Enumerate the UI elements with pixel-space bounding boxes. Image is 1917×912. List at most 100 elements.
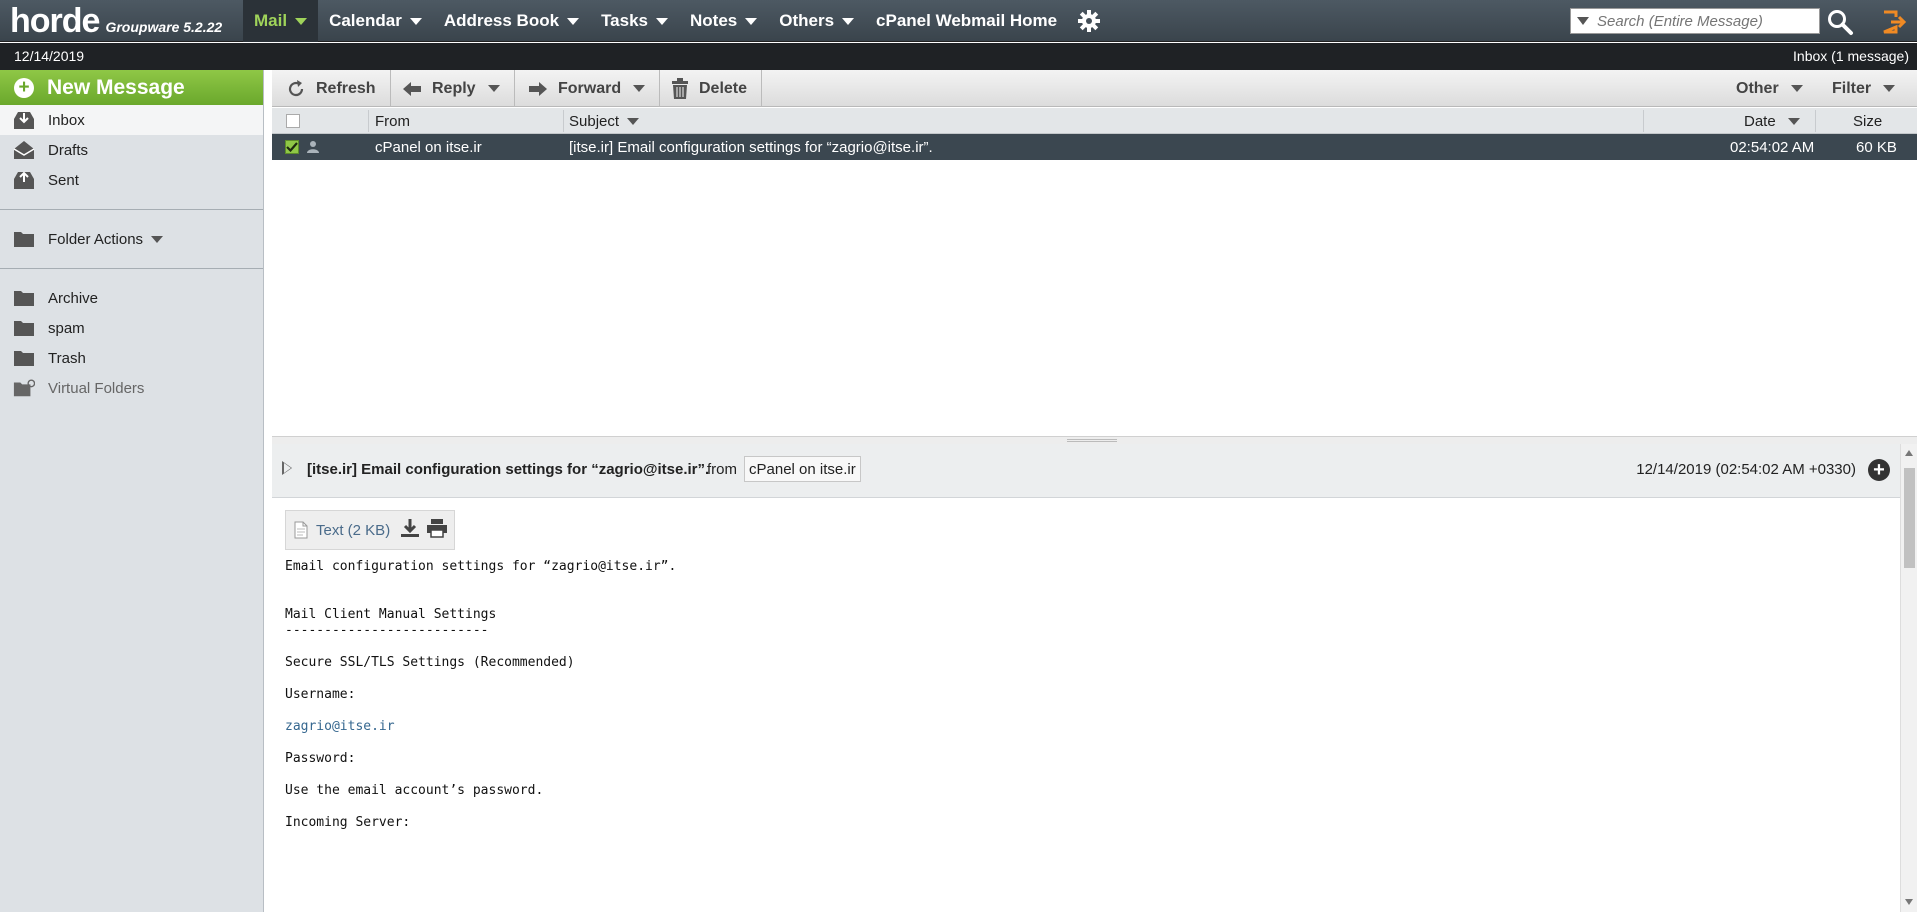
folder-archive[interactable]: Archive bbox=[0, 283, 263, 313]
forward-icon bbox=[529, 81, 547, 96]
folder-icon bbox=[13, 318, 35, 338]
folder-spam[interactable]: spam bbox=[0, 313, 263, 343]
delete-button[interactable]: Delete bbox=[657, 70, 763, 107]
add-icon[interactable]: + bbox=[1868, 459, 1890, 481]
other-menu[interactable]: Other bbox=[1722, 70, 1817, 107]
print-button[interactable] bbox=[426, 518, 448, 542]
row-from: cPanel on itse.ir bbox=[375, 138, 482, 156]
pane-splitter[interactable] bbox=[272, 436, 1917, 444]
row-date: 02:54:02 AM bbox=[1730, 138, 1815, 156]
nav-notes[interactable]: Notes bbox=[679, 0, 768, 42]
virtual-folder-icon bbox=[13, 378, 35, 398]
column-date-label: Date bbox=[1744, 112, 1776, 130]
main-menu: Mail Calendar Address Book Tasks Notes O… bbox=[243, 0, 1110, 42]
folder-trash-label: Trash bbox=[48, 349, 86, 367]
folder-icon bbox=[13, 229, 35, 249]
preview-scrollbar[interactable] bbox=[1900, 444, 1917, 912]
reply-icon bbox=[403, 81, 421, 96]
nav-calendar[interactable]: Calendar bbox=[318, 0, 433, 42]
nav-mail-label: Mail bbox=[254, 11, 288, 30]
row-size: 60 KB bbox=[1856, 138, 1897, 156]
column-header-date[interactable]: Date bbox=[1744, 108, 1800, 134]
search-scope-dropdown[interactable] bbox=[1577, 17, 1589, 25]
column-header-from[interactable]: From bbox=[375, 108, 410, 134]
nav-others[interactable]: Others bbox=[768, 0, 865, 42]
chevron-down-icon bbox=[1883, 85, 1896, 92]
download-icon bbox=[401, 519, 420, 537]
folder-drafts[interactable]: Drafts bbox=[0, 135, 263, 165]
refresh-label: Refresh bbox=[316, 79, 376, 97]
column-divider bbox=[1643, 110, 1644, 132]
preview-header: [itse.ir] Email configuration settings f… bbox=[272, 444, 1900, 498]
chevron-down-icon bbox=[567, 17, 580, 25]
folder-drafts-label: Drafts bbox=[48, 141, 89, 159]
document-icon bbox=[294, 521, 308, 539]
column-header-subject[interactable]: Subject bbox=[569, 108, 640, 134]
checkbox[interactable] bbox=[286, 114, 300, 128]
row-subject: [itse.ir] Email configuration settings f… bbox=[569, 138, 933, 156]
message-list-header: From Subject Date Size bbox=[272, 108, 1917, 134]
scroll-down-icon[interactable] bbox=[1905, 899, 1913, 905]
table-row[interactable]: cPanel on itse.ir [itse.ir] Email config… bbox=[272, 134, 1917, 160]
folder-actions-label: Folder Actions bbox=[48, 230, 144, 248]
chevron-down-icon bbox=[409, 17, 422, 25]
new-message-button[interactable]: + New Message bbox=[0, 70, 263, 105]
nav-address-book[interactable]: Address Book bbox=[433, 0, 590, 42]
column-divider bbox=[368, 110, 369, 132]
column-divider bbox=[1815, 110, 1816, 132]
nav-tasks-label: Tasks bbox=[601, 11, 649, 30]
settings-button[interactable] bbox=[1068, 0, 1110, 42]
logo-text: horde bbox=[10, 2, 100, 40]
current-date: 12/14/2019 bbox=[14, 48, 85, 64]
folder-sent-label: Sent bbox=[48, 171, 79, 189]
chevron-down-icon bbox=[295, 17, 308, 25]
search-icon bbox=[1828, 10, 1853, 35]
refresh-button[interactable]: Refresh bbox=[272, 70, 391, 107]
chevron-down-icon bbox=[842, 17, 855, 25]
folder-trash[interactable]: Trash bbox=[0, 343, 263, 373]
column-divider bbox=[563, 110, 564, 132]
search-input[interactable] bbox=[1597, 12, 1819, 30]
search-button[interactable] bbox=[1826, 8, 1854, 36]
column-subject-label: Subject bbox=[569, 112, 620, 130]
chevron-down-icon bbox=[1790, 85, 1803, 92]
sort-icon bbox=[1787, 117, 1800, 125]
folder-actions-menu[interactable]: Folder Actions bbox=[0, 224, 263, 254]
scrollbar-thumb[interactable] bbox=[1904, 468, 1915, 568]
attachment-link[interactable]: Text (2 KB) bbox=[316, 522, 390, 539]
expand-headers-icon[interactable] bbox=[282, 461, 292, 475]
checkbox-checked[interactable] bbox=[285, 140, 299, 154]
column-header-size[interactable]: Size bbox=[1853, 108, 1882, 134]
preview-date: 12/14/2019 (02:54:02 AM +0330) bbox=[1636, 461, 1856, 478]
filter-menu[interactable]: Filter bbox=[1818, 70, 1909, 107]
new-message-label: New Message bbox=[47, 75, 185, 99]
splitter-grip[interactable] bbox=[1067, 439, 1117, 442]
horde-logo[interactable]: horde Groupware 5.2.22 bbox=[10, 2, 222, 40]
scroll-up-icon[interactable] bbox=[1905, 450, 1913, 456]
preview-sender[interactable]: cPanel on itse.ir bbox=[744, 456, 861, 482]
print-icon bbox=[427, 519, 448, 538]
select-all-checkbox[interactable] bbox=[286, 108, 300, 134]
folder-virtual-folders[interactable]: Virtual Folders bbox=[0, 373, 263, 403]
logout-button[interactable] bbox=[1880, 8, 1908, 36]
chevron-down-icon bbox=[656, 17, 669, 25]
folder-virtual-folders-label: Virtual Folders bbox=[48, 379, 145, 397]
row-checkbox[interactable] bbox=[285, 134, 299, 160]
reply-button[interactable]: Reply bbox=[388, 70, 515, 107]
download-button[interactable] bbox=[400, 518, 420, 542]
nav-tasks[interactable]: Tasks bbox=[590, 0, 679, 42]
body-line: Username: bbox=[285, 687, 356, 702]
email-link[interactable]: zagrio@itse.ir bbox=[285, 719, 395, 734]
sidebar: + New Message Inbox Drafts Sent Folder A… bbox=[0, 70, 264, 912]
body-line: -------------------------- bbox=[285, 623, 489, 638]
mailbox-status: Inbox (1 message) bbox=[1793, 48, 1909, 64]
folder-sent[interactable]: Sent bbox=[0, 165, 263, 195]
folder-archive-label: Archive bbox=[48, 289, 99, 307]
nav-cpanel-home[interactable]: cPanel Webmail Home bbox=[865, 0, 1068, 42]
plus-icon: + bbox=[14, 77, 34, 98]
nav-mail[interactable]: Mail bbox=[243, 0, 319, 42]
body-line: Email configuration settings for “zagrio… bbox=[285, 559, 677, 574]
folder-inbox[interactable]: Inbox bbox=[0, 105, 263, 135]
body-line: Password: bbox=[285, 751, 356, 766]
forward-button[interactable]: Forward bbox=[514, 70, 661, 107]
